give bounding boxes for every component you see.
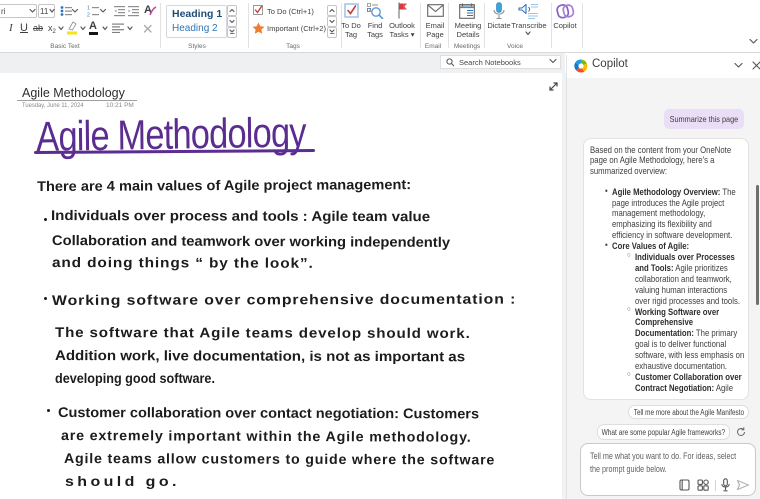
svg-text:2: 2 (87, 13, 90, 18)
svg-text:1: 1 (87, 6, 90, 12)
